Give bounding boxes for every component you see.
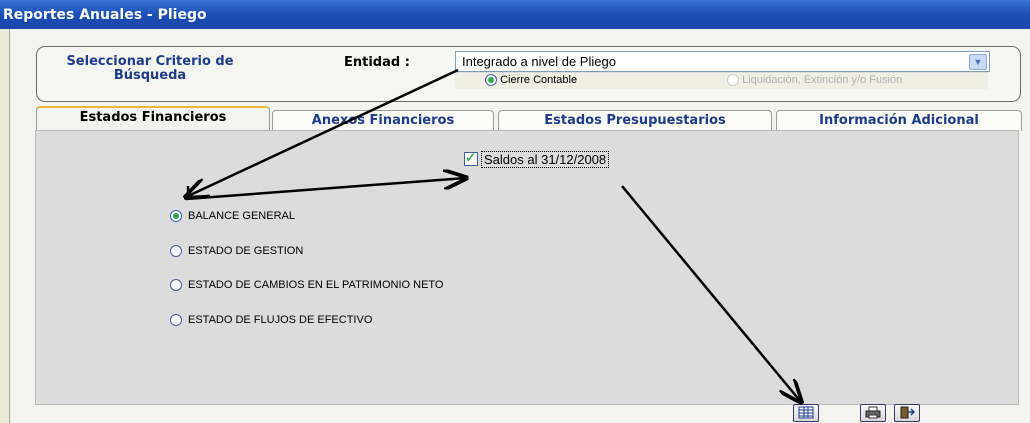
- report-option-balance-general[interactable]: BALANCE GENERAL: [170, 210, 295, 223]
- entity-value: Integrado a nivel de Pliego: [462, 54, 616, 69]
- print-button[interactable]: [860, 404, 886, 422]
- tab-anexos-financieros[interactable]: Anexos Financieros: [272, 110, 494, 131]
- tab-estados-financieros[interactable]: Estados Financieros: [36, 106, 270, 132]
- financial-statements-panel: Saldos al 31/12/2008 BALANCE GENERAL EST…: [35, 130, 1019, 405]
- option-liquidacion: Liquidación, Extinción y/o Fusión: [727, 74, 903, 87]
- radio-icon[interactable]: [170, 314, 182, 327]
- report-option-label: ESTADO DE GESTION: [188, 245, 304, 257]
- option-label: Liquidación, Extinción y/o Fusión: [742, 74, 903, 86]
- report-option-cambios-patrimonio[interactable]: ESTADO DE CAMBIOS EN EL PATRIMONIO NETO: [170, 279, 444, 292]
- entity-label: Entidad :: [344, 55, 410, 70]
- entity-select[interactable]: Integrado a nivel de Pliego ▼: [455, 51, 990, 72]
- criteria-group: Seleccionar Criterio de Búsqueda Entidad…: [36, 46, 1021, 102]
- option-label: Cierre Contable: [500, 74, 578, 86]
- report-option-label: ESTADO DE FLUJOS DE EFECTIVO: [188, 314, 373, 326]
- checkbox-icon[interactable]: [464, 150, 478, 166]
- report-option-flujos-efectivo[interactable]: ESTADO DE FLUJOS DE EFECTIVO: [170, 314, 373, 327]
- generate-report-button[interactable]: [793, 404, 819, 422]
- tab-estados-presupuestarios[interactable]: Estados Presupuestarios: [498, 110, 772, 131]
- radio-icon[interactable]: [485, 74, 497, 87]
- report-icon: [798, 406, 814, 419]
- radio-icon: [727, 74, 739, 87]
- closing-type-options: Cierre Contable Liquidación, Extinción y…: [455, 72, 988, 89]
- checkbox-label: Saldos al 31/12/2008: [481, 151, 610, 168]
- report-option-label: ESTADO DE CAMBIOS EN EL PATRIMONIO NETO: [188, 279, 444, 291]
- criteria-label: Seleccionar Criterio de Búsqueda: [66, 54, 234, 83]
- radio-icon[interactable]: [170, 245, 182, 258]
- tab-informacion-adicional[interactable]: Información Adicional: [776, 110, 1022, 131]
- print-icon: [865, 406, 881, 419]
- report-option-label: BALANCE GENERAL: [188, 210, 295, 222]
- exit-button[interactable]: [894, 404, 920, 422]
- report-option-estado-de-gestion[interactable]: ESTADO DE GESTION: [170, 245, 304, 258]
- exit-icon: [900, 406, 915, 419]
- report-window: Reportes Anuales - Pliego Seleccionar Cr…: [0, 0, 1030, 423]
- radio-icon[interactable]: [170, 210, 182, 223]
- window-title: Reportes Anuales - Pliego: [3, 7, 207, 23]
- radio-icon[interactable]: [170, 279, 182, 292]
- chevron-down-icon[interactable]: ▼: [969, 54, 987, 70]
- title-bar[interactable]: Reportes Anuales - Pliego: [0, 0, 1030, 29]
- option-cierre-contable[interactable]: Cierre Contable: [485, 74, 578, 87]
- client-area: Seleccionar Criterio de Búsqueda Entidad…: [9, 29, 1030, 423]
- tab-strip: Estados Financieros Anexos Financieros E…: [36, 106, 1022, 132]
